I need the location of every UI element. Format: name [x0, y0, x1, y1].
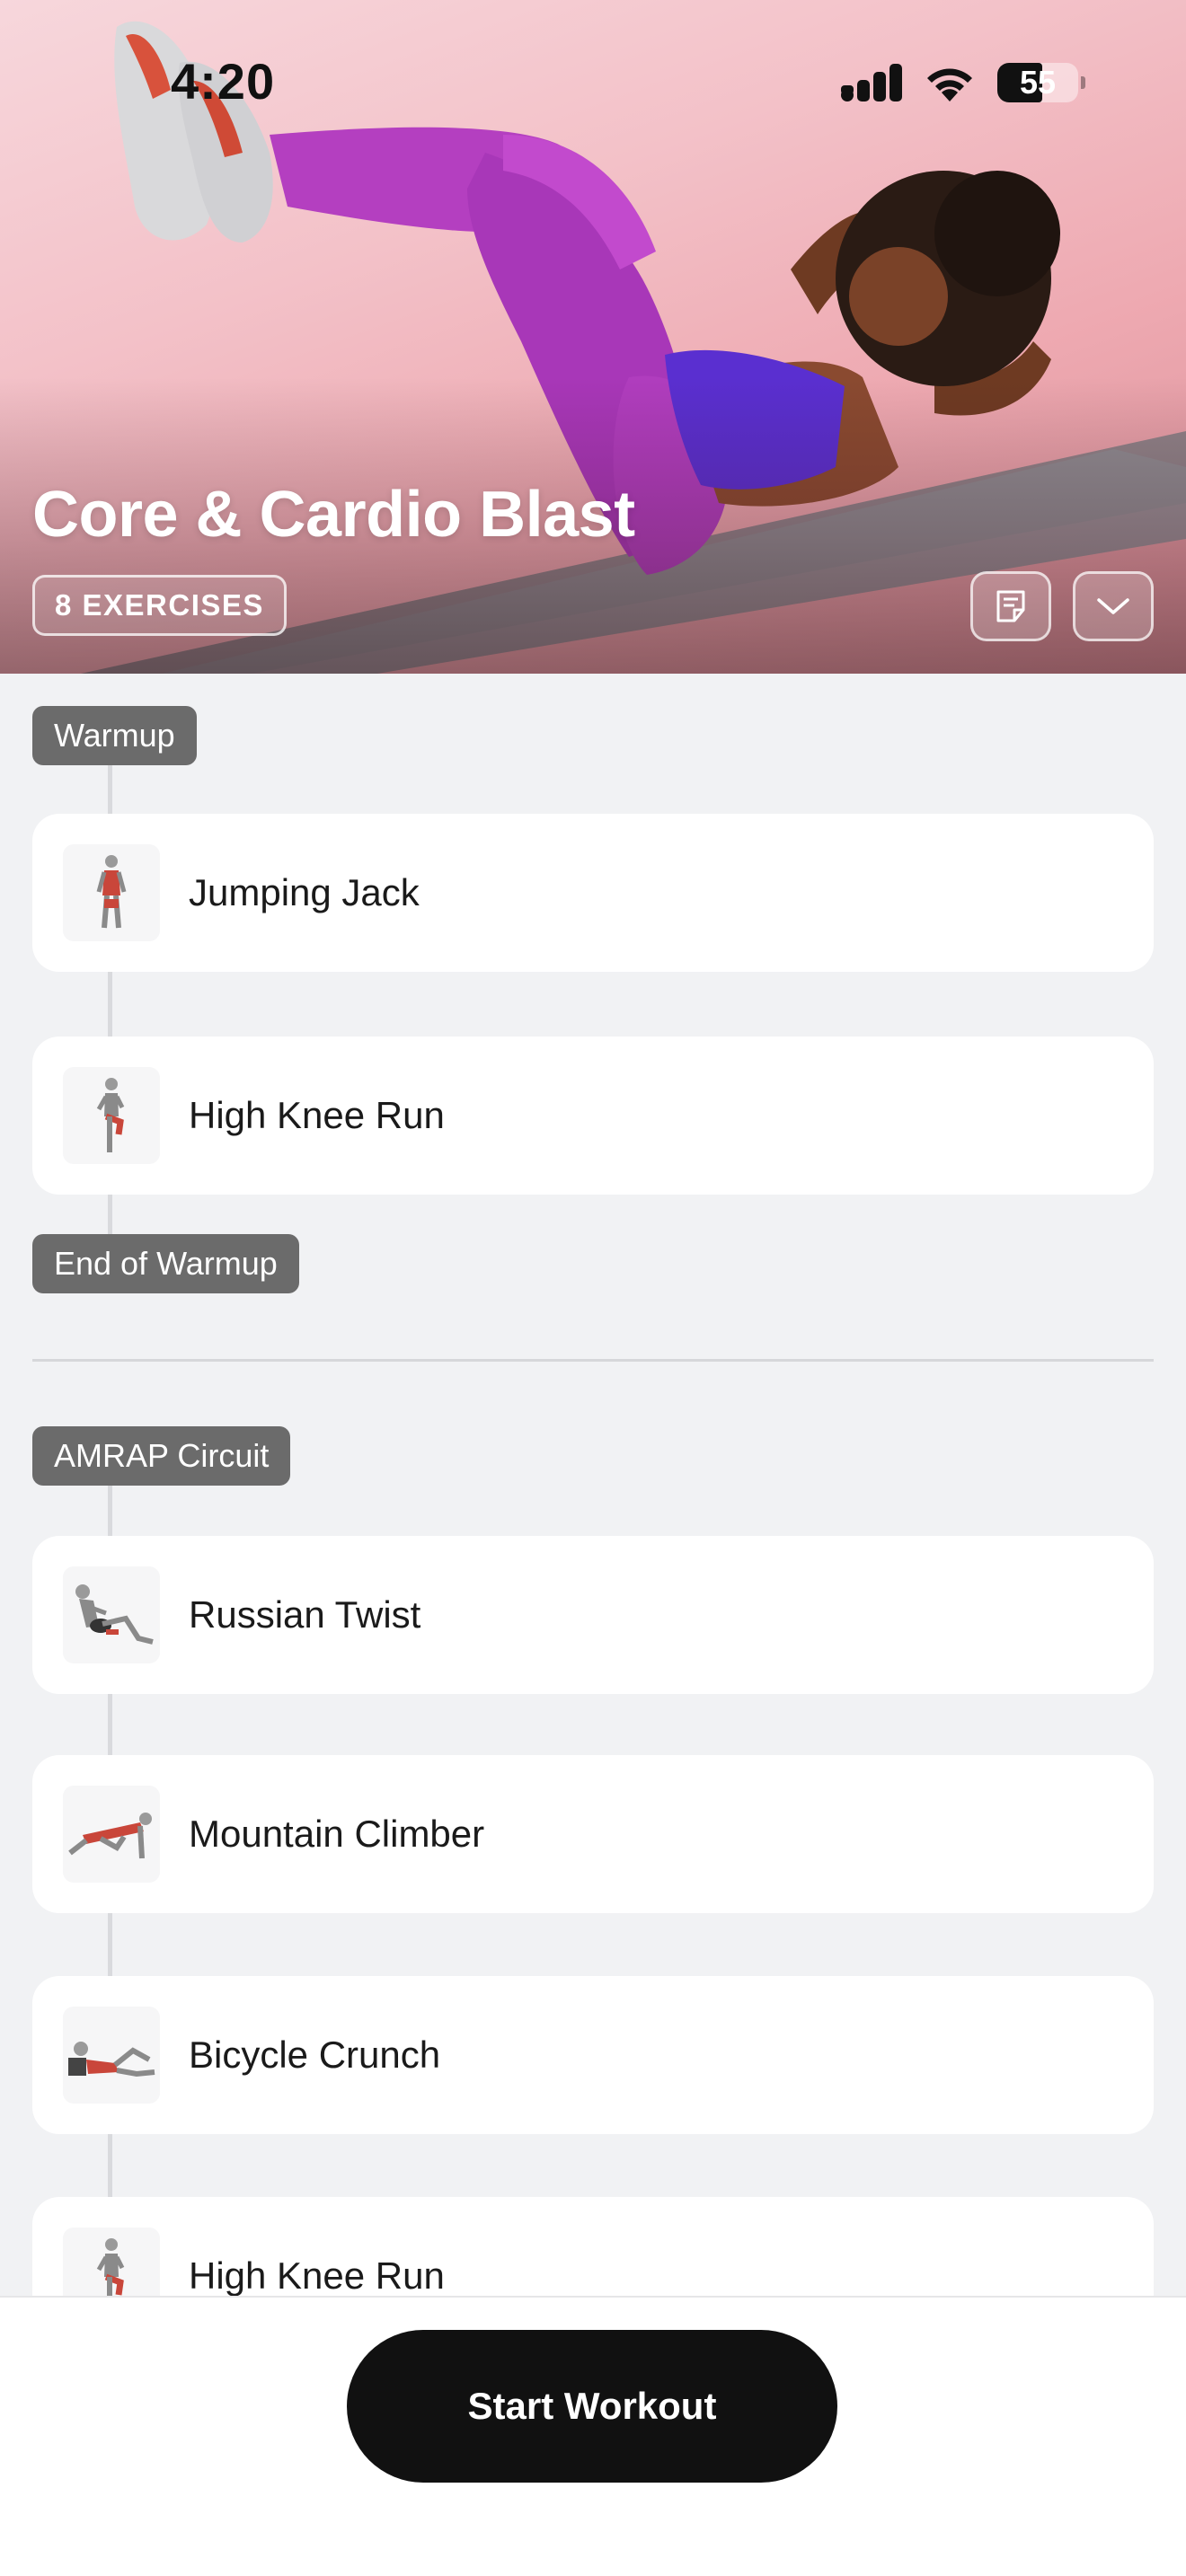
battery-icon: 55	[997, 63, 1085, 102]
timeline-connector	[108, 1486, 112, 1536]
jumping-jack-figure-icon	[63, 844, 160, 941]
mountain-climber-figure-icon	[63, 1786, 160, 1883]
status-time: 4:20	[171, 53, 276, 110]
timeline-connector	[108, 1913, 112, 1976]
exercise-name: High Knee Run	[189, 1094, 445, 1136]
bicycle-crunch-figure-icon	[63, 2007, 160, 2104]
timeline-connector	[108, 763, 112, 814]
start-workout-button[interactable]: Start Workout	[347, 2330, 837, 2483]
high-knee-run-figure-icon	[63, 1067, 160, 1164]
group-label-warmup: Warmup	[32, 706, 197, 765]
group-label-amrap-circuit: AMRAP Circuit	[32, 1426, 291, 1486]
bottom-action-bar: Start Workout	[0, 2296, 1186, 2576]
exercise-count-badge: 8 EXERCISES	[32, 575, 287, 636]
timeline-connector	[108, 1694, 112, 1755]
notes-button[interactable]	[970, 571, 1051, 641]
exercise-name: High Knee Run	[189, 2254, 445, 2297]
notes-icon	[996, 590, 1025, 622]
timeline-connector	[108, 2134, 112, 2197]
timeline-connector	[108, 1195, 112, 1234]
exercise-name: Russian Twist	[189, 1593, 421, 1636]
timeline-connector	[108, 972, 112, 1037]
exercise-name: Bicycle Crunch	[189, 2033, 441, 2076]
cellular-signal-icon	[841, 64, 902, 101]
exercise-card[interactable]: High Knee Run	[32, 1037, 1154, 1195]
battery-level: 55	[1019, 64, 1057, 101]
exercise-name: Mountain Climber	[189, 1813, 485, 1855]
group-label-end-of-warmup: End of Warmup	[32, 1234, 299, 1293]
chevron-down-icon	[1097, 598, 1129, 614]
collapse-button[interactable]	[1073, 571, 1154, 641]
workout-title: Core & Cardio Blast	[32, 479, 635, 551]
exercise-card[interactable]: Bicycle Crunch	[32, 1976, 1154, 2134]
russian-twist-figure-icon	[63, 1566, 160, 1663]
hero-header: 4:20 55 Core & Cardio Blast 8 EXERCISES	[0, 0, 1186, 674]
section-divider	[32, 1359, 1154, 1362]
exercise-name: Jumping Jack	[189, 871, 420, 913]
exercise-card[interactable]: Mountain Climber	[32, 1755, 1154, 1913]
exercise-card[interactable]: Jumping Jack	[32, 814, 1154, 972]
workout-detail-screen: 4:20 55 Core & Cardio Blast 8 EXERCISES …	[0, 0, 1186, 2576]
status-bar: 4:20 55	[0, 0, 1186, 135]
exercise-card[interactable]: Russian Twist	[32, 1536, 1154, 1694]
status-icons: 55	[841, 63, 1085, 102]
wifi-icon	[927, 68, 972, 101]
